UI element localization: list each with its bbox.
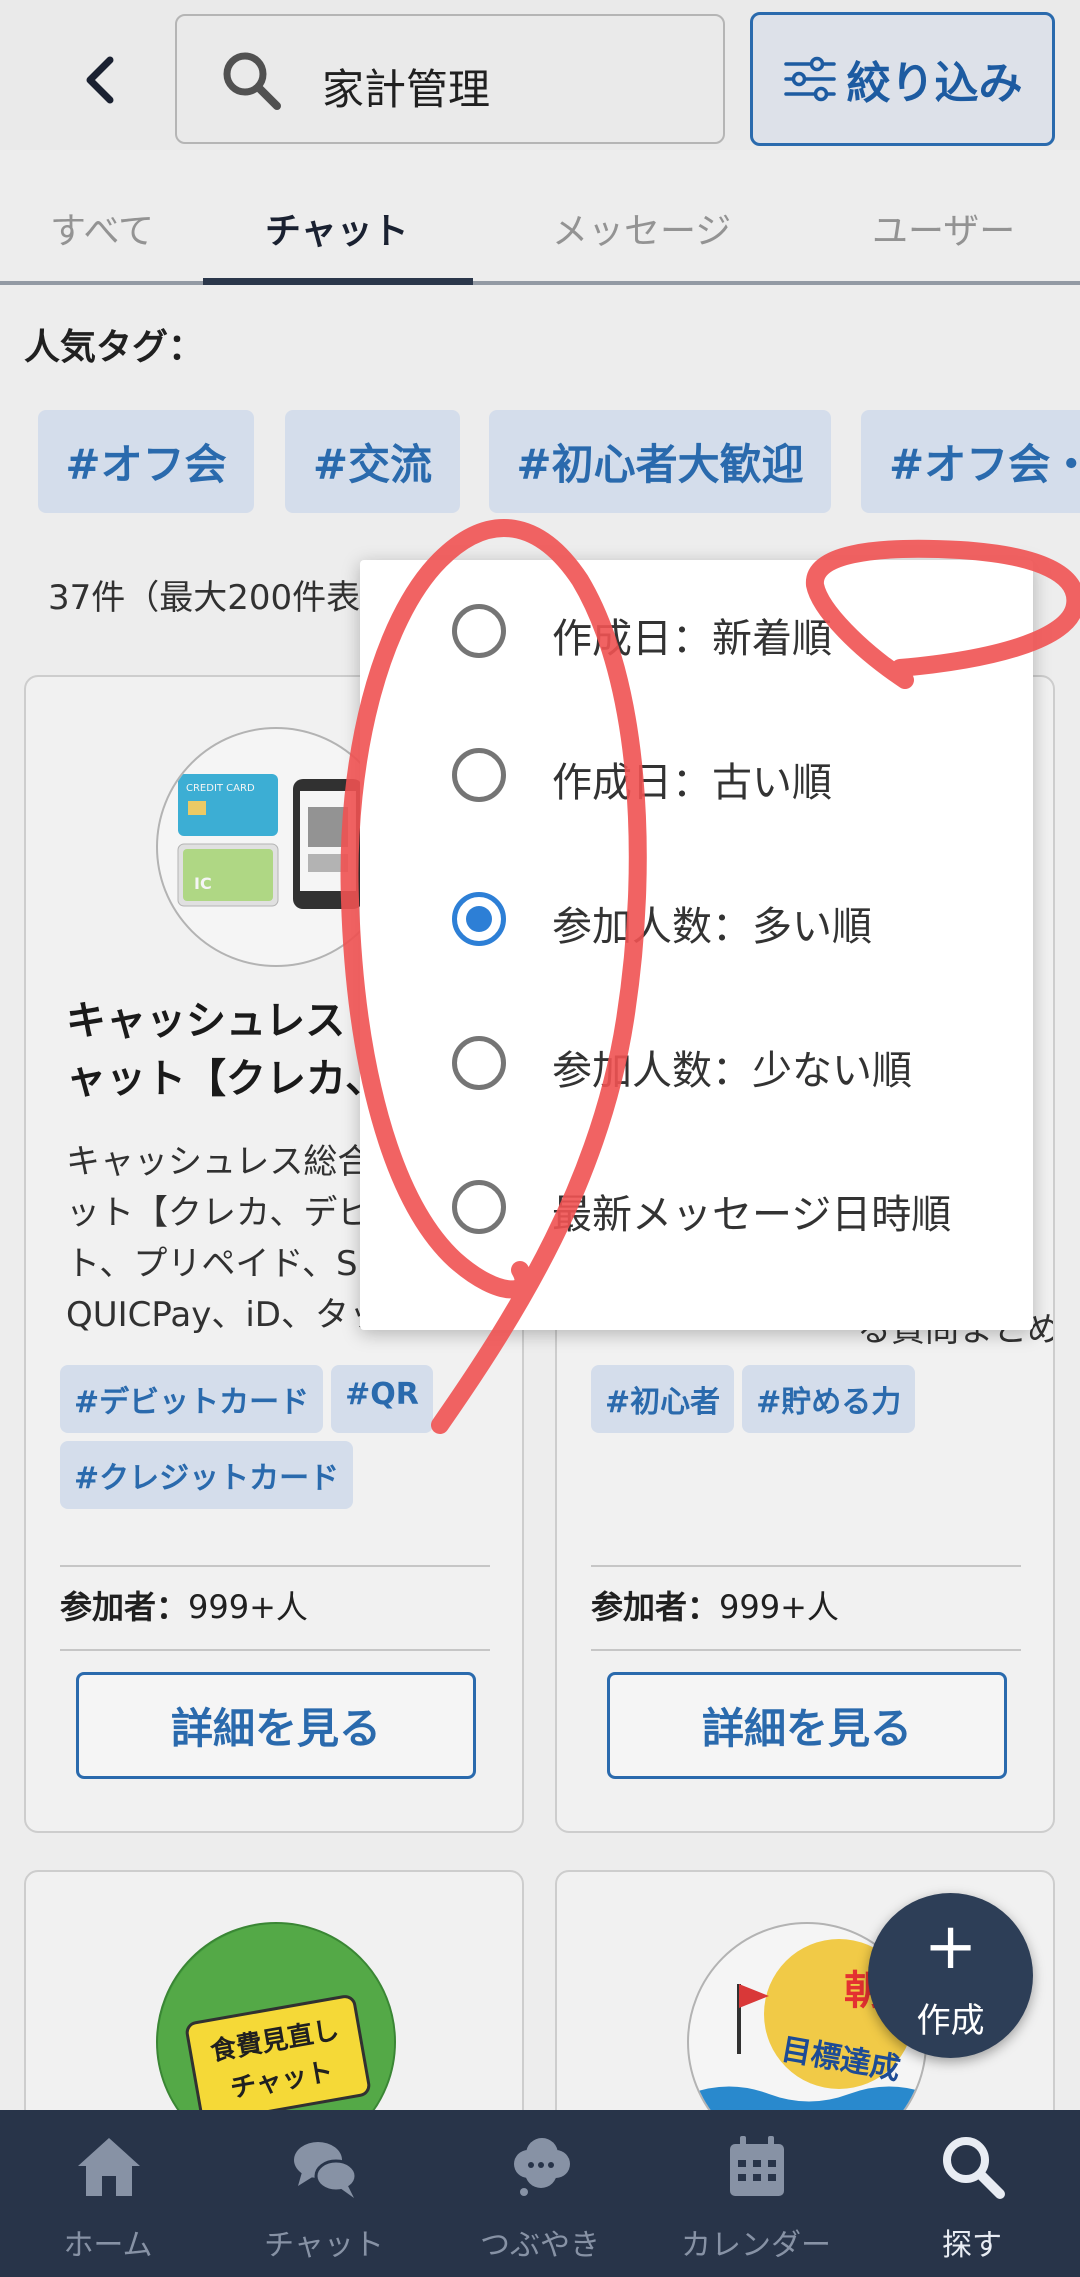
radio-button[interactable] xyxy=(452,604,506,658)
sort-option-label: 作成日：新着順 xyxy=(552,616,832,662)
search-icon xyxy=(943,2137,1005,2199)
sort-option-label: 作成日：古い順 xyxy=(552,760,832,806)
create-button[interactable]: + 作成 xyxy=(868,1893,1033,2058)
nav-chat[interactable]: チャット xyxy=(216,2110,432,2277)
sort-option-most-members[interactable]: 参加人数：多い順 xyxy=(360,848,1033,992)
plus-icon: + xyxy=(923,1910,978,1984)
bottom-nav: ホーム チャット つぶやき カレンダー 探す xyxy=(0,2110,1080,2277)
nav-label: チャット xyxy=(264,2228,384,2263)
radio-button[interactable] xyxy=(452,1036,506,1090)
home-icon xyxy=(78,2138,140,2196)
nav-search[interactable]: 探す xyxy=(864,2110,1080,2277)
nav-label: カレンダー xyxy=(681,2228,831,2263)
radio-button-selected[interactable] xyxy=(452,892,506,946)
nav-label: ホーム xyxy=(63,2228,153,2263)
tweet-icon xyxy=(514,2138,570,2196)
sort-option-oldest[interactable]: 作成日：古い順 xyxy=(360,704,1033,848)
nav-calendar[interactable]: カレンダー xyxy=(648,2110,864,2277)
sort-option-label: 参加人数：多い順 xyxy=(552,904,872,950)
create-label: 作成 xyxy=(916,2001,985,2041)
calendar-icon xyxy=(730,2136,784,2196)
chat-icon xyxy=(294,2142,358,2198)
sort-option-fewest-members[interactable]: 参加人数：少ない順 xyxy=(360,992,1033,1136)
sort-option-label: 参加人数：少ない順 xyxy=(552,1048,912,1094)
sort-menu: 作成日：新着順 作成日：古い順 参加人数：多い順 参加人数：少ない順 最新メッセ… xyxy=(360,560,1033,1330)
radio-button[interactable] xyxy=(452,748,506,802)
radio-button[interactable] xyxy=(452,1180,506,1234)
nav-home[interactable]: ホーム xyxy=(0,2110,216,2277)
sort-option-newest[interactable]: 作成日：新着順 xyxy=(360,560,1033,704)
nav-label: つぶやき xyxy=(480,2228,600,2263)
sort-option-latest-message[interactable]: 最新メッセージ日時順 xyxy=(360,1136,1033,1280)
page: 家計管理 絞り込み すべて チャット メッセージ ユーザー 人気タグ： #オフ会 xyxy=(0,0,1080,2277)
nav-label: 探す xyxy=(942,2228,1002,2263)
sort-option-label: 最新メッセージ日時順 xyxy=(552,1192,952,1238)
nav-tweets[interactable]: つぶやき xyxy=(432,2110,648,2277)
